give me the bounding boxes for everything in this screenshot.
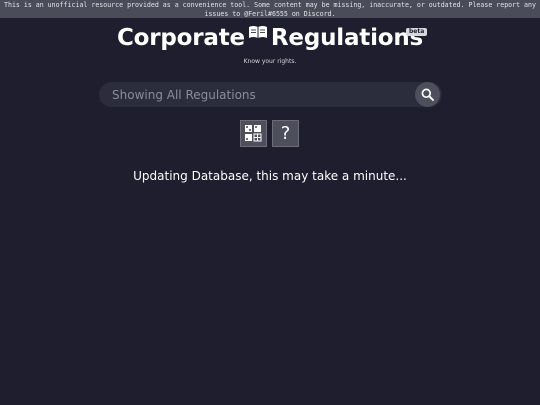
tagline: Know your rights. xyxy=(243,58,297,65)
grid-layout-icon xyxy=(245,125,262,142)
search-input[interactable] xyxy=(99,82,422,107)
title-part-2: Regulations xyxy=(270,25,424,51)
open-book-icon xyxy=(248,24,268,38)
beta-badge: beta xyxy=(406,28,428,36)
magnifier-icon xyxy=(421,88,434,101)
search-bar xyxy=(99,82,442,107)
page-title: Corporate Regulations xyxy=(0,23,540,55)
help-button[interactable]: ? xyxy=(272,120,299,147)
status-message: Updating Database, this may take a minut… xyxy=(133,169,407,183)
disclaimer-banner: This is an unofficial resource provided … xyxy=(0,0,540,18)
layout-toggle-button[interactable] xyxy=(240,120,267,147)
disclaimer-text: This is an unofficial resource provided … xyxy=(4,1,536,18)
title-part-1: Corporate xyxy=(116,25,245,51)
search-button[interactable] xyxy=(415,82,440,107)
help-icon: ? xyxy=(280,123,291,144)
